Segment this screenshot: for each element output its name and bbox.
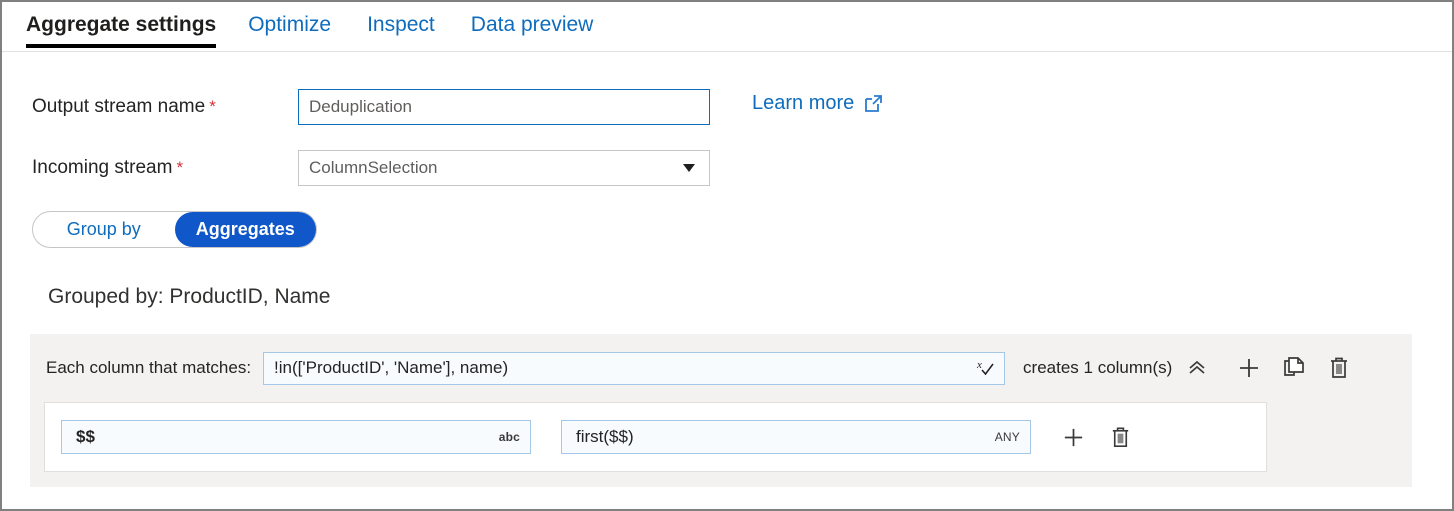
delete-aggregate-row-button[interactable]: [1108, 425, 1133, 450]
delete-column-pattern-button[interactable]: [1326, 355, 1352, 381]
column-pattern-matcher-row: Each column that matches: !in(['ProductI…: [30, 334, 1412, 402]
required-indicator: *: [209, 97, 216, 116]
expression-type-tag: ANY: [995, 430, 1020, 444]
incoming-stream-row: Incoming stream* ColumnSelection: [32, 150, 710, 186]
required-indicator: *: [176, 158, 183, 177]
tab-label: Inspect: [367, 13, 435, 36]
aggregate-row: $$ abc first($$) ANY: [44, 402, 1267, 472]
incoming-stream-label: Incoming stream*: [32, 157, 298, 179]
aggregate-expression-input[interactable]: first($$) ANY: [561, 420, 1031, 454]
chevron-double-up-icon[interactable]: [1186, 357, 1208, 379]
matcher-label: Each column that matches:: [46, 358, 251, 378]
duplicate-column-pattern-button[interactable]: [1281, 355, 1307, 381]
column-pattern-block: Each column that matches: !in(['ProductI…: [30, 334, 1412, 487]
toggle-label: Group by: [67, 219, 141, 240]
output-stream-name-input[interactable]: Deduplication: [298, 89, 710, 125]
output-stream-name-row: Output stream name* Deduplication: [32, 89, 710, 125]
svg-text:x: x: [976, 359, 982, 371]
label-text: Incoming stream: [32, 157, 172, 178]
learn-more-link[interactable]: Learn more: [752, 92, 884, 115]
expression-value: first($$): [576, 427, 634, 447]
tab-data-preview[interactable]: Data preview: [471, 2, 594, 48]
external-link-icon: [863, 93, 884, 114]
input-value: Deduplication: [309, 97, 412, 117]
aggregate-column-name-input[interactable]: $$ abc: [61, 420, 531, 454]
chevron-down-icon: [683, 164, 695, 172]
matcher-expression-value: !in(['ProductID', 'Name'], name): [274, 358, 508, 378]
add-aggregate-row-button[interactable]: [1061, 425, 1086, 450]
output-stream-name-label: Output stream name*: [32, 96, 298, 118]
incoming-stream-select[interactable]: ColumnSelection: [298, 150, 710, 186]
tab-inspect[interactable]: Inspect: [367, 2, 435, 48]
select-value: ColumnSelection: [309, 158, 438, 178]
tab-aggregate-settings[interactable]: Aggregate settings: [26, 2, 216, 48]
add-column-pattern-button[interactable]: [1236, 355, 1262, 381]
tab-optimize[interactable]: Optimize: [248, 2, 331, 48]
column-pattern-actions: [1236, 355, 1352, 381]
learn-more-label: Learn more: [752, 92, 854, 115]
label-text: Output stream name: [32, 96, 205, 117]
column-type-tag: abc: [499, 430, 520, 444]
matcher-expression-input[interactable]: !in(['ProductID', 'Name'], name) x: [263, 352, 1005, 385]
aggregate-row-actions: [1061, 425, 1133, 450]
grouped-by-summary: Grouped by: ProductID, Name: [48, 285, 330, 309]
creates-columns-text: creates 1 column(s): [1023, 358, 1172, 378]
groupby-aggregates-toggle: Group by Aggregates: [32, 211, 317, 248]
expression-validate-icon[interactable]: x: [973, 356, 997, 380]
column-name-value: $$: [76, 427, 95, 447]
aggregate-settings-panel: Aggregate settings Optimize Inspect Data…: [0, 0, 1454, 511]
tab-label: Optimize: [248, 13, 331, 36]
toggle-option-group-by[interactable]: Group by: [33, 212, 175, 247]
toggle-option-aggregates[interactable]: Aggregates: [175, 212, 317, 247]
tab-label: Aggregate settings: [26, 13, 216, 36]
tab-label: Data preview: [471, 13, 594, 36]
toggle-label: Aggregates: [196, 219, 295, 240]
tab-strip: Aggregate settings Optimize Inspect Data…: [2, 2, 1452, 52]
